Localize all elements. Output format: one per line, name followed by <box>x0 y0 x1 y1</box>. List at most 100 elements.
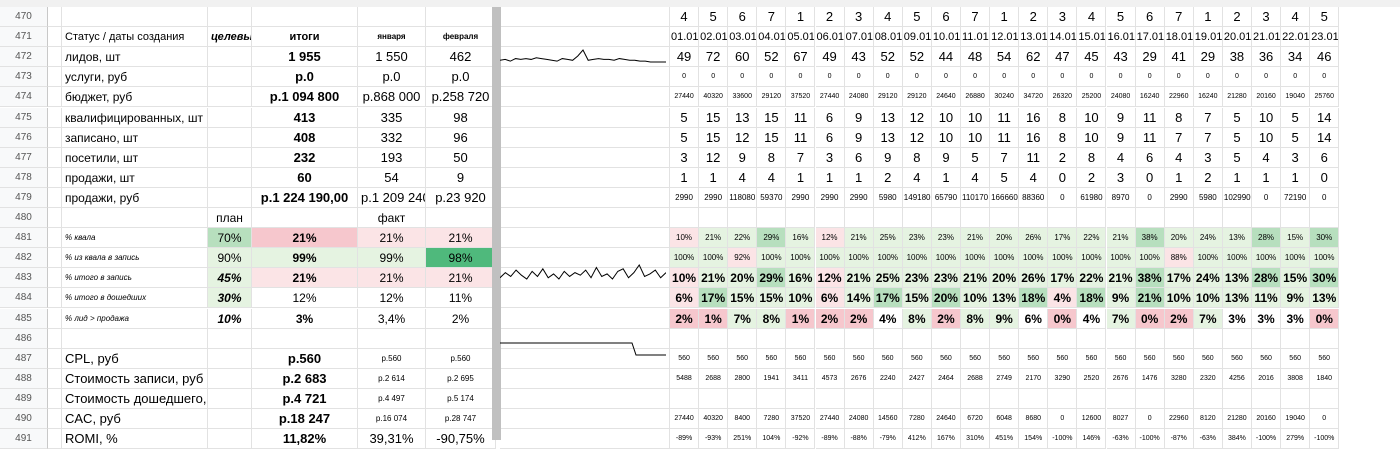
daily-cell[interactable]: 100% <box>786 248 816 269</box>
daily-cell[interactable]: 560 <box>670 348 700 369</box>
daily-cell[interactable]: 41 <box>1164 47 1194 68</box>
daily-cell[interactable]: -92% <box>786 429 816 449</box>
summary-cell[interactable]: 10% <box>208 308 252 329</box>
daily-cell[interactable]: 3 <box>815 147 845 168</box>
summary-cell[interactable]: р.4 497 <box>358 388 426 409</box>
daily-cell[interactable]: 0 <box>1135 409 1165 429</box>
summary-cell[interactable] <box>208 87 252 108</box>
daily-cell[interactable]: 4 <box>1281 7 1311 27</box>
daily-cell[interactable]: 5 <box>1222 107 1252 128</box>
row-label-cell[interactable]: CPL, руб <box>62 348 208 369</box>
daily-cell[interactable]: 1 <box>931 167 961 188</box>
daily-cell[interactable]: 0% <box>1310 308 1340 329</box>
daily-cell[interactable]: 0 <box>1193 67 1223 88</box>
daily-cell[interactable] <box>1019 328 1049 349</box>
daily-cell[interactable]: 560 <box>931 348 961 369</box>
daily-cell[interactable]: 27440 <box>815 409 845 429</box>
daily-cell[interactable]: -100% <box>1252 429 1282 449</box>
daily-cell[interactable]: 560 <box>1193 348 1223 369</box>
row-label-cell[interactable]: квалифицированных, шт <box>62 107 208 128</box>
daily-cell[interactable]: 1% <box>786 308 816 329</box>
summary-cell[interactable] <box>208 147 252 168</box>
daily-cell[interactable]: 14 <box>1310 107 1340 128</box>
daily-cell[interactable]: 1 <box>1164 167 1194 188</box>
daily-cell[interactable]: 9 <box>728 147 758 168</box>
summary-cell[interactable] <box>208 187 252 208</box>
daily-cell[interactable]: 5 <box>961 147 991 168</box>
daily-cell[interactable]: 100% <box>1252 248 1282 269</box>
summary-cell[interactable]: 232 <box>252 147 358 168</box>
daily-cell[interactable]: 100% <box>873 248 903 269</box>
grid-cell[interactable] <box>48 147 62 168</box>
daily-cell[interactable]: 412% <box>902 429 932 449</box>
daily-cell[interactable]: 8 <box>902 147 932 168</box>
daily-cell[interactable] <box>728 388 758 409</box>
daily-cell[interactable]: 21% <box>961 228 991 249</box>
daily-cell[interactable]: 1 <box>1193 7 1223 27</box>
summary-cell[interactable]: февраля <box>426 27 496 48</box>
row-label-cell[interactable]: продажи, руб <box>62 187 208 208</box>
daily-cell[interactable]: 36 <box>1252 47 1282 68</box>
summary-cell[interactable]: 98 <box>426 107 496 128</box>
summary-cell[interactable] <box>208 368 252 389</box>
daily-cell[interactable]: 0 <box>728 67 758 88</box>
daily-cell[interactable]: 12 <box>902 127 932 148</box>
daily-cell[interactable]: 0% <box>1135 308 1165 329</box>
daily-cell[interactable] <box>873 388 903 409</box>
daily-cell[interactable]: 4% <box>1048 288 1078 309</box>
daily-cell[interactable]: 7% <box>1106 308 1136 329</box>
daily-cell[interactable]: 13 <box>873 107 903 128</box>
daily-cell[interactable]: 15% <box>1281 228 1311 249</box>
summary-cell[interactable]: 54 <box>358 167 426 188</box>
daily-cell[interactable]: 13 <box>873 127 903 148</box>
daily-cell[interactable]: 0 <box>1310 67 1340 88</box>
daily-cell[interactable]: 30240 <box>990 87 1020 108</box>
daily-cell[interactable] <box>1222 388 1252 409</box>
daily-cell[interactable]: 1% <box>699 308 729 329</box>
daily-cell[interactable] <box>815 328 845 349</box>
daily-cell[interactable]: 100% <box>757 248 787 269</box>
daily-cell[interactable] <box>931 328 961 349</box>
summary-cell[interactable]: 1 955 <box>252 47 358 68</box>
summary-cell[interactable] <box>208 348 252 369</box>
daily-cell[interactable]: 3280 <box>1164 368 1194 389</box>
summary-cell[interactable]: 21% <box>252 268 358 289</box>
summary-cell[interactable]: целевы <box>208 27 252 48</box>
daily-cell[interactable]: 11 <box>786 127 816 148</box>
daily-cell[interactable]: 118080 <box>728 187 758 208</box>
row-header[interactable]: 482 <box>0 248 48 269</box>
daily-cell[interactable]: 100% <box>1281 248 1311 269</box>
daily-cell[interactable] <box>961 328 991 349</box>
daily-cell[interactable]: 15% <box>902 288 932 309</box>
daily-cell[interactable]: 6% <box>1019 308 1049 329</box>
row-header[interactable]: 478 <box>0 167 48 188</box>
daily-cell[interactable]: 5 <box>670 107 700 128</box>
daily-cell[interactable] <box>931 208 961 228</box>
daily-cell[interactable] <box>902 328 932 349</box>
grid-cell[interactable] <box>48 288 62 309</box>
daily-cell[interactable]: 2% <box>1164 308 1194 329</box>
daily-cell[interactable]: 0 <box>1048 67 1078 88</box>
daily-cell[interactable]: 9% <box>990 308 1020 329</box>
daily-cell[interactable]: 1840 <box>1310 368 1340 389</box>
daily-cell[interactable]: 11 <box>786 107 816 128</box>
daily-cell[interactable]: 0 <box>757 67 787 88</box>
daily-cell[interactable]: 29 <box>1135 47 1165 68</box>
daily-cell[interactable] <box>844 388 874 409</box>
daily-cell[interactable]: 7280 <box>757 409 787 429</box>
daily-cell[interactable]: 6 <box>844 147 874 168</box>
daily-cell[interactable]: 21.01. <box>1252 27 1282 48</box>
daily-cell[interactable]: 5980 <box>873 187 903 208</box>
summary-cell[interactable]: р.0 <box>252 67 358 88</box>
daily-cell[interactable]: 26320 <box>1048 87 1078 108</box>
daily-cell[interactable]: 3% <box>1252 308 1282 329</box>
daily-cell[interactable]: 10 <box>1077 127 1107 148</box>
daily-cell[interactable] <box>873 208 903 228</box>
daily-cell[interactable] <box>1252 328 1282 349</box>
daily-cell[interactable]: 37520 <box>786 409 816 429</box>
daily-cell[interactable]: 0 <box>1135 167 1165 188</box>
daily-cell[interactable] <box>728 328 758 349</box>
daily-cell[interactable]: 2320 <box>1193 368 1223 389</box>
daily-cell[interactable]: 52 <box>757 47 787 68</box>
daily-cell[interactable] <box>844 328 874 349</box>
